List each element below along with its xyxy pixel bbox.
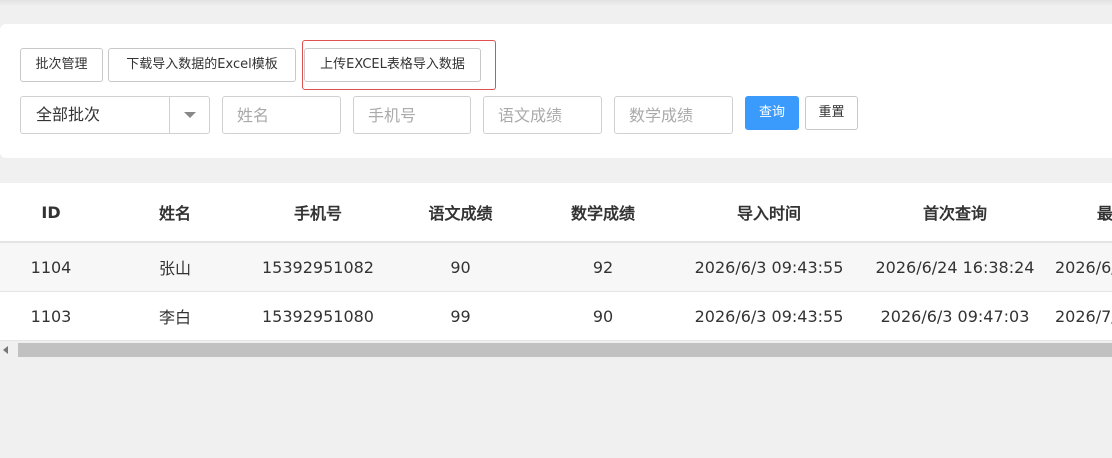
cell-last-query: 2026/6/ bbox=[1055, 257, 1112, 277]
scroll-left-icon[interactable] bbox=[3, 346, 8, 354]
reset-button[interactable]: 重置 bbox=[805, 96, 858, 130]
phone-input[interactable] bbox=[353, 96, 471, 134]
batch-select-value: 全部批次 bbox=[36, 105, 101, 124]
table-row[interactable]: 1103 李白 15392951080 99 90 2026/6/3 09:43… bbox=[0, 292, 1112, 341]
cell-first-query: 2026/6/3 09:47:03 bbox=[880, 306, 1030, 326]
header-name: 姓名 bbox=[158, 204, 191, 223]
chinese-score-input[interactable] bbox=[483, 96, 602, 134]
cell-id: 1103 bbox=[30, 306, 72, 326]
cell-chinese: 99 bbox=[450, 306, 471, 326]
cell-import-time: 2026/6/3 09:43:55 bbox=[694, 306, 844, 326]
cell-chinese: 90 bbox=[450, 257, 471, 277]
header-last-query: 最 bbox=[1097, 204, 1112, 223]
header-chinese: 语文成绩 bbox=[428, 204, 493, 223]
header-first-query: 首次查询 bbox=[922, 204, 987, 223]
math-score-input[interactable] bbox=[614, 96, 733, 134]
header-id: ID bbox=[41, 202, 61, 222]
batch-select[interactable]: 全部批次 bbox=[20, 96, 210, 134]
cell-name: 李白 bbox=[158, 308, 191, 327]
cell-first-query: 2026/6/24 16:38:24 bbox=[875, 257, 1035, 277]
filter-panel: 批次管理 下载导入数据的Excel模板 上传EXCEL表格导入数据 全部批次 查… bbox=[0, 24, 1112, 158]
data-table: ID 姓名 手机号 语文成绩 数学成绩 导入时间 首次查询 最 1104 张山 … bbox=[0, 183, 1112, 359]
cell-import-time: 2026/6/3 09:43:55 bbox=[694, 257, 844, 277]
header-phone: 手机号 bbox=[293, 204, 342, 223]
scrollbar-thumb[interactable] bbox=[18, 343, 1112, 357]
chevron-down-icon[interactable] bbox=[184, 112, 196, 118]
select-divider bbox=[169, 97, 170, 133]
cell-math: 90 bbox=[592, 306, 614, 326]
name-input[interactable] bbox=[222, 96, 341, 134]
header-import-time: 导入时间 bbox=[736, 204, 801, 223]
header-math: 数学成绩 bbox=[570, 204, 635, 223]
cell-math: 92 bbox=[592, 257, 614, 277]
cell-name: 张山 bbox=[158, 259, 191, 278]
highlight-box bbox=[302, 40, 496, 90]
search-button[interactable]: 查询 bbox=[745, 96, 799, 130]
cell-id: 1104 bbox=[30, 257, 72, 277]
horizontal-scrollbar[interactable] bbox=[0, 341, 1112, 359]
cell-last-query: 2026/7/ bbox=[1055, 306, 1112, 326]
batch-manage-button[interactable]: 批次管理 bbox=[20, 48, 103, 82]
table-header: ID 姓名 手机号 语文成绩 数学成绩 导入时间 首次查询 最 bbox=[0, 183, 1112, 243]
table-row[interactable]: 1104 张山 15392951082 90 92 2026/6/3 09:43… bbox=[0, 243, 1112, 292]
cell-phone: 15392951080 bbox=[262, 306, 374, 326]
top-shadow bbox=[0, 0, 1112, 6]
cell-phone: 15392951082 bbox=[262, 257, 374, 277]
download-template-button[interactable]: 下载导入数据的Excel模板 bbox=[108, 48, 296, 82]
